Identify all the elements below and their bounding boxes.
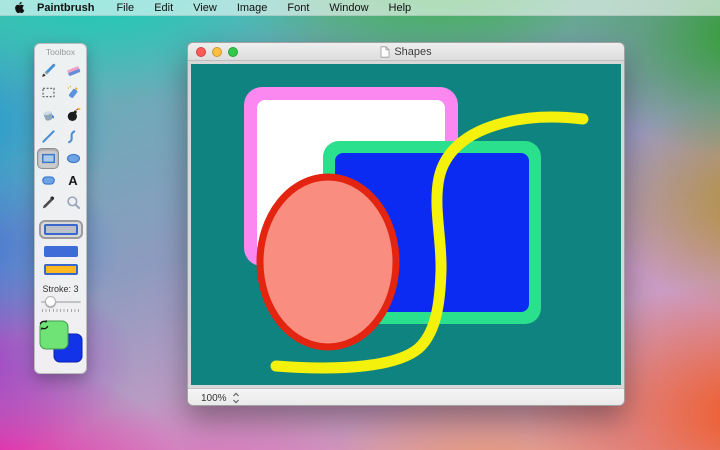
eyedropper-tool[interactable] — [37, 192, 59, 213]
magnifier-icon — [65, 194, 82, 211]
stroke-width-slider[interactable] — [41, 296, 81, 308]
bomb-tool[interactable] — [62, 104, 84, 125]
select-tool[interactable] — [37, 82, 59, 103]
selection-marquee-icon — [40, 84, 57, 101]
eraser-tool[interactable] — [62, 60, 84, 81]
apple-menu[interactable] — [0, 1, 35, 14]
fill-style-selector — [39, 220, 83, 275]
app-menu-paintbrush[interactable]: Paintbrush — [35, 2, 106, 14]
paint-bucket-icon — [40, 106, 57, 123]
menu-item-font[interactable]: Font — [277, 2, 319, 14]
line-tool[interactable] — [37, 126, 59, 147]
rectangle-tool[interactable] — [37, 148, 59, 169]
line-icon — [40, 128, 57, 145]
text-tool[interactable]: A — [62, 170, 84, 191]
rounded-rectangle-tool[interactable] — [37, 170, 59, 191]
slider-tick-marks — [42, 309, 80, 312]
menu-bar: Paintbrush File Edit View Image Font Win… — [0, 0, 720, 16]
fill-style-outline-fill-swatch[interactable] — [44, 264, 78, 275]
swap-colors-icon[interactable] — [38, 319, 50, 331]
canvas-frame — [188, 61, 624, 388]
menu-item-help[interactable]: Help — [379, 2, 422, 14]
traffic-lights — [196, 47, 238, 57]
fill-style-outline-swatch — [44, 224, 78, 235]
toolbox-palette: Toolbox — [34, 43, 87, 374]
zoom-window-button[interactable] — [228, 47, 238, 57]
paint-canvas[interactable] — [191, 64, 621, 385]
fill-style-outline-selected[interactable] — [39, 220, 83, 239]
fill-bucket-tool[interactable] — [37, 104, 59, 125]
document-proxy-icon — [380, 46, 390, 58]
spray-tool[interactable] — [62, 82, 84, 103]
window-title: Shapes — [394, 46, 431, 58]
shapes-document-window: Shapes 100% — [187, 42, 625, 406]
toolbox-title[interactable]: Toolbox — [35, 44, 86, 58]
brush-tool[interactable] — [37, 60, 59, 81]
menu-item-view[interactable]: View — [183, 2, 227, 14]
tool-grid: A — [37, 60, 84, 213]
stroke-width-label: Stroke: 3 — [42, 284, 78, 294]
curve-icon — [65, 128, 82, 145]
zoom-tool[interactable] — [62, 192, 84, 213]
color-well — [38, 319, 84, 365]
window-title-group: Shapes — [380, 46, 431, 58]
eraser-icon — [65, 62, 82, 79]
curve-tool[interactable] — [62, 126, 84, 147]
brush-icon — [40, 62, 57, 79]
text-tool-glyph: A — [68, 173, 77, 188]
eyedropper-icon — [40, 194, 57, 211]
slider-thumb[interactable] — [45, 296, 56, 307]
rounded-rectangle-icon — [40, 172, 57, 189]
apple-logo-icon — [13, 1, 25, 14]
close-button[interactable] — [196, 47, 206, 57]
menu-item-image[interactable]: Image — [227, 2, 278, 14]
zoom-level-label: 100% — [201, 393, 227, 404]
menu-item-window[interactable]: Window — [319, 2, 378, 14]
zoom-stepper[interactable] — [232, 392, 240, 404]
window-status-bar: 100% — [188, 388, 624, 406]
ellipse-icon — [65, 150, 82, 167]
window-title-bar[interactable]: Shapes — [188, 43, 624, 61]
minimize-button[interactable] — [212, 47, 222, 57]
bomb-icon — [65, 106, 82, 123]
menu-item-edit[interactable]: Edit — [144, 2, 183, 14]
rectangle-icon — [40, 150, 57, 167]
fill-style-solid-swatch[interactable] — [44, 246, 78, 257]
ellipse-tool[interactable] — [62, 148, 84, 169]
shape-red-ellipse — [260, 177, 396, 347]
spray-can-icon — [65, 84, 82, 101]
menu-item-file[interactable]: File — [106, 2, 144, 14]
